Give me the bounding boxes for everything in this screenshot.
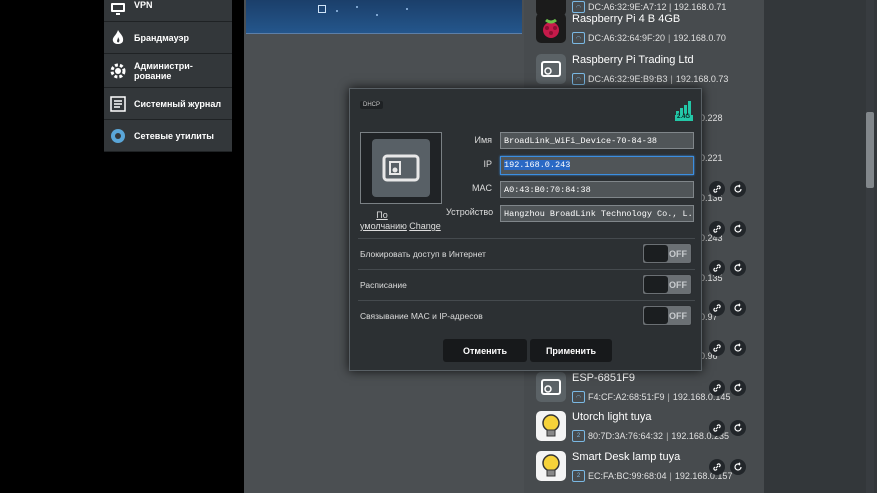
cancel-button[interactable]: Отменить xyxy=(443,339,527,362)
mac-field[interactable]: A0:43:B0:70:84:38 xyxy=(500,181,694,198)
system-log-icon xyxy=(108,94,128,114)
sidebar-item-label: Брандмауэр xyxy=(134,32,190,43)
mac-ip-binding-toggle[interactable]: OFF xyxy=(642,305,692,326)
client-ip-fragment: 0.221 xyxy=(700,153,723,163)
sidebar-item-system-log[interactable]: Системный журнал xyxy=(104,88,232,120)
scrollbar-track[interactable] xyxy=(866,0,874,493)
wifi-badge-icon: ◠ xyxy=(572,391,585,403)
right-background xyxy=(764,0,877,493)
link-icon[interactable] xyxy=(709,340,725,356)
apply-button[interactable]: Применить xyxy=(530,339,612,362)
wifi-2g-badge-icon: 2 xyxy=(572,430,585,442)
client-ip-fragment: 0.228 xyxy=(700,113,723,123)
ip-field[interactable]: 192.168.0.243 xyxy=(500,156,694,175)
refresh-icon[interactable] xyxy=(730,340,746,356)
client-name: Utorch light tuya xyxy=(572,411,652,423)
name-label: Имя xyxy=(474,135,492,145)
link-icon[interactable] xyxy=(709,459,725,475)
sidebar-item-label: Сетевые утилиты xyxy=(134,130,214,141)
name-field[interactable]: BroadLink_WiFi_Device-70-84-38 xyxy=(500,132,694,149)
sidebar-item-administration[interactable]: Администри-рование xyxy=(104,54,232,88)
client-name: ESP-6851F9 xyxy=(572,372,635,384)
client-name: Smart Desk lamp tuya xyxy=(572,451,681,463)
schedule-row: Расписание OFF xyxy=(358,269,695,300)
admin-gear-icon xyxy=(108,61,128,81)
sidebar-menu: VPN Брандмауэр Администри-рование Систем… xyxy=(104,0,232,152)
refresh-icon[interactable] xyxy=(730,380,746,396)
list-item[interactable]: Raspberry Pi 4 B 4GB ◠ DC:A6:32:64:9F:20 |… xyxy=(536,13,756,53)
schedule-toggle[interactable]: OFF xyxy=(642,274,692,295)
link-icon[interactable] xyxy=(709,181,725,197)
schedule-label: Расписание xyxy=(360,280,407,290)
vendor-field[interactable]: Hangzhou BroadLink Technology Co., L... xyxy=(500,205,694,222)
wifi-badge-icon: ◠ xyxy=(572,1,585,13)
link-icon[interactable] xyxy=(709,221,725,237)
refresh-icon[interactable] xyxy=(730,459,746,475)
vendor-label: Устройство xyxy=(446,207,494,217)
link-icon[interactable] xyxy=(709,380,725,396)
vpn-icon xyxy=(108,0,128,20)
wifi-badge-icon: ◠ xyxy=(572,73,585,85)
block-internet-toggle[interactable]: OFF xyxy=(642,243,692,264)
client-edit-dialog: DHCP 2.4G По умолчанию Change Имя BroadL… xyxy=(349,88,702,371)
link-icon[interactable] xyxy=(709,260,725,276)
device-avatar[interactable] xyxy=(360,132,442,204)
wifi-badge-icon: ◠ xyxy=(572,32,585,44)
device-icon xyxy=(372,139,430,197)
device-icon xyxy=(536,54,566,84)
refresh-icon[interactable] xyxy=(730,221,746,237)
bulb-icon xyxy=(536,451,566,481)
sidebar-item-label: Системный журнал xyxy=(134,98,222,109)
raspberry-pi-icon xyxy=(536,13,566,43)
refresh-icon[interactable] xyxy=(730,300,746,316)
default-icon-link[interactable]: По умолчанию xyxy=(360,210,407,232)
device-icon xyxy=(536,372,566,402)
refresh-icon[interactable] xyxy=(730,181,746,197)
source-tag: DHCP xyxy=(360,101,384,109)
network-tools-icon xyxy=(108,126,128,146)
sidebar-item-label: Администри-рование xyxy=(134,60,193,81)
mac-ip-binding-row: Связывание MAC и IP-адресов OFF xyxy=(358,300,695,331)
bulb-icon xyxy=(536,411,566,441)
refresh-icon[interactable] xyxy=(730,420,746,436)
wifi-2g-band-icon: 2.4G xyxy=(675,99,693,121)
left-background xyxy=(0,0,104,493)
mac-label: MAC xyxy=(472,183,492,193)
sidebar-empty-area xyxy=(104,152,244,493)
client-name: Raspberry Pi Trading Ltd xyxy=(572,54,694,66)
ip-label: IP xyxy=(483,159,492,169)
block-internet-row: Блокировать доступ в Интернет OFF xyxy=(358,238,695,269)
block-internet-label: Блокировать доступ в Интернет xyxy=(360,249,486,259)
link-icon[interactable] xyxy=(709,420,725,436)
sidebar-item-vpn[interactable]: VPN xyxy=(104,0,232,22)
change-icon-link[interactable]: Change xyxy=(408,221,442,232)
sidebar-item-firewall[interactable]: Брандмауэр xyxy=(104,22,232,54)
mac-ip-binding-label: Связывание MAC и IP-адресов xyxy=(360,311,483,321)
client-name: Raspberry Pi 4 B 4GB xyxy=(572,13,681,25)
sidebar-item-label: VPN xyxy=(134,0,153,10)
scrollbar-thumb[interactable] xyxy=(866,112,874,188)
refresh-icon[interactable] xyxy=(730,260,746,276)
network-map-frame xyxy=(246,0,522,34)
link-icon[interactable] xyxy=(709,300,725,316)
wifi-2g-badge-icon: 2 xyxy=(572,470,585,482)
firewall-icon xyxy=(108,28,128,48)
sidebar-item-network-tools[interactable]: Сетевые утилиты xyxy=(104,120,232,152)
map-node-icon xyxy=(318,5,326,13)
